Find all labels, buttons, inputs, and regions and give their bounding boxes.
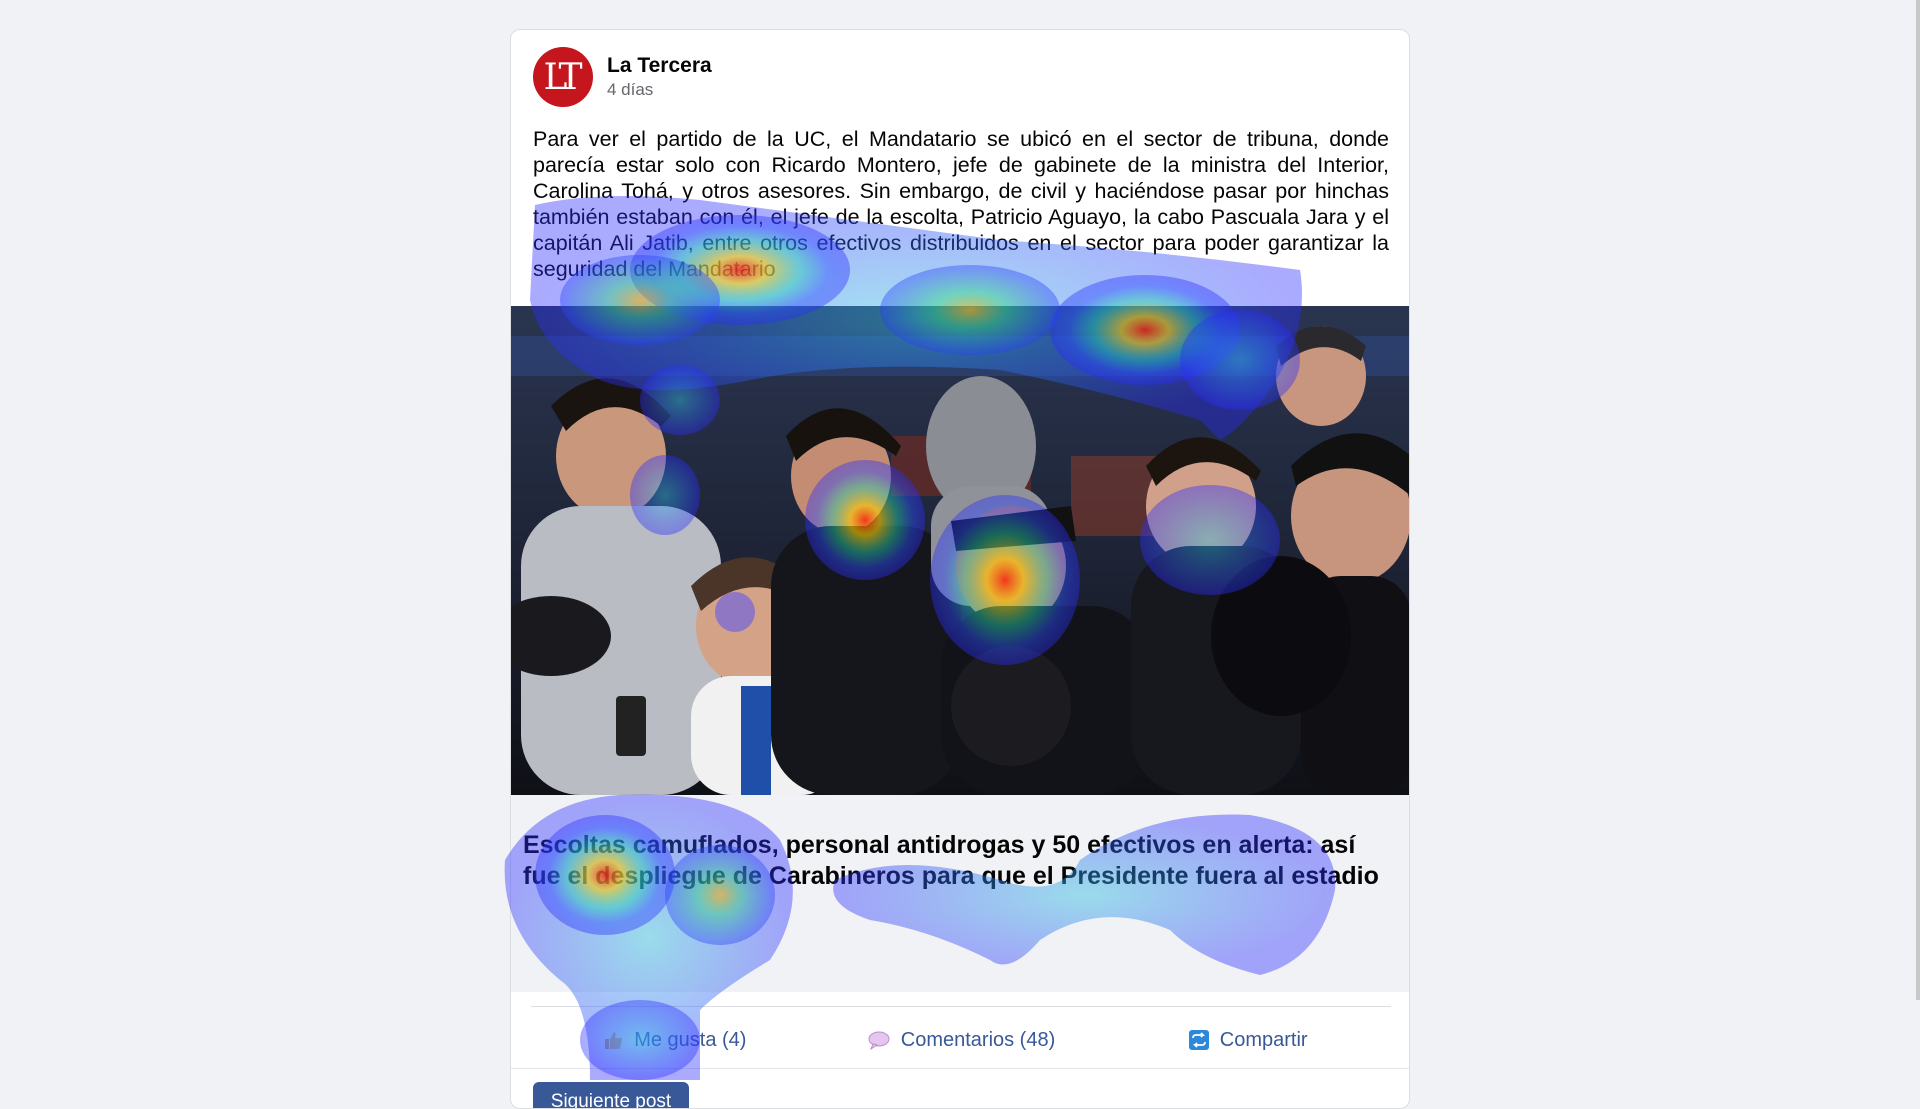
share-button[interactable]: Compartir — [1104, 1029, 1391, 1052]
bottom-divider — [511, 1068, 1409, 1069]
like-button[interactable]: Me gusta (4) — [531, 1029, 818, 1052]
page-scrollbar[interactable] — [1916, 0, 1920, 1000]
speech-bubble-icon — [868, 1031, 890, 1050]
post-time: 4 días — [607, 80, 654, 99]
post-card: LT La Tercera 4 días Para ver el partido… — [510, 29, 1410, 1109]
action-bar: Me gusta (4) Comentarios (48) Compartir — [531, 1012, 1391, 1068]
share-icon — [1188, 1030, 1209, 1050]
next-post-button[interactable]: Siguiente post — [533, 1082, 689, 1108]
share-label: Compartir — [1219, 1028, 1308, 1051]
link-preview[interactable]: Escoltas camuflados, personal antidrogas… — [511, 795, 1409, 992]
thumbs-up-icon — [605, 1032, 623, 1049]
stadium-crowd-photo — [511, 306, 1409, 795]
link-title[interactable]: Escoltas camuflados, personal antidrogas… — [523, 830, 1395, 892]
post-header: LT La Tercera 4 días — [533, 46, 712, 108]
source-name[interactable]: La Tercera — [607, 53, 712, 79]
comments-button[interactable]: Comentarios (48) — [818, 1029, 1105, 1052]
comments-label: Comentarios (48) — [900, 1028, 1056, 1051]
like-label: Me gusta (4) — [634, 1028, 747, 1051]
post-photo[interactable] — [511, 306, 1409, 795]
post-body-text: Para ver el partido de la UC, el Mandata… — [533, 127, 1389, 281]
post-header-text: La Tercera 4 días — [607, 53, 712, 101]
actions-divider — [531, 1006, 1391, 1007]
avatar[interactable]: LT — [533, 47, 593, 107]
